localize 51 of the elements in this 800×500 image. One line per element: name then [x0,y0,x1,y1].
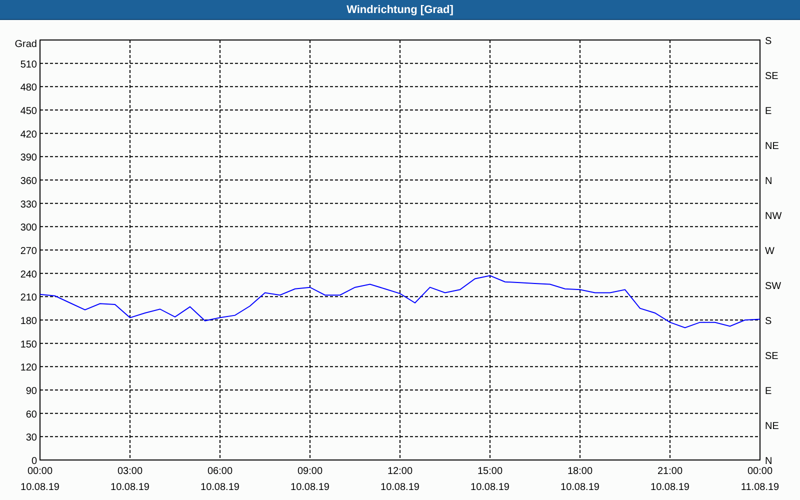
y-tick-label: 150 [20,339,37,350]
x-date-label: 10.08.19 [470,482,510,493]
x-tick-label: 09:00 [297,466,323,477]
x-date-label: 10.08.19 [290,482,330,493]
x-date-label: 11.08.19 [740,482,780,493]
compass-direction-label: W [765,246,774,257]
compass-direction-label: SE [765,351,778,362]
x-tick-label: 06:00 [207,466,233,477]
x-date-label: 10.08.19 [20,482,60,493]
y-tick-label: 360 [20,176,37,187]
x-tick-label: 12:00 [387,466,413,477]
x-date-label: 10.08.19 [110,482,150,493]
y-tick-label: 420 [20,129,37,140]
compass-direction-label: NE [765,141,779,152]
x-date-label: 10.08.19 [650,482,690,493]
compass-direction-label: NE [765,421,779,432]
y-tick-label: 390 [20,152,37,164]
y-tick-label: 0 [31,456,37,467]
compass-direction-label: N [765,456,772,467]
compass-direction-label: S [765,36,772,47]
x-date-label: 10.08.19 [380,482,420,493]
compass-direction-label: N [765,176,772,187]
compass-direction-label: E [765,386,772,397]
x-tick-label: 00:00 [747,466,773,477]
y-tick-label: 60 [26,409,37,420]
y-tick-label: 180 [20,316,37,327]
x-date-label: 10.08.19 [560,482,600,493]
x-tick-label: 18:00 [567,466,593,477]
y-tick-label: 300 [20,222,37,234]
y-tick-label: 450 [20,106,37,117]
y-tick-label: 90 [26,386,37,397]
y-tick-label: 210 [20,292,37,304]
x-tick-label: 03:00 [117,466,143,477]
y-axis-label: Grad [14,39,37,50]
compass-direction-label: S [765,316,772,327]
compass-direction-label: E [765,106,772,117]
y-tick-label: 120 [20,362,37,374]
y-tick-label: 30 [26,432,37,444]
y-tick-label: 480 [20,82,37,94]
compass-direction-label: SW [765,281,782,292]
chart-title: Windrichtung [Grad] [346,2,454,16]
y-tick-label: 270 [20,246,37,257]
x-date-label: 10.08.19 [200,482,240,493]
y-tick-label: 510 [20,59,37,70]
y-tick-label: 240 [20,269,37,280]
y-tick-label: 330 [20,199,37,210]
x-tick-label: 15:00 [477,466,503,477]
x-tick-label: 00:00 [27,466,53,477]
x-tick-label: 21:00 [657,466,683,477]
compass-direction-label: SE [765,71,778,82]
compass-direction-label: NW [765,211,782,222]
